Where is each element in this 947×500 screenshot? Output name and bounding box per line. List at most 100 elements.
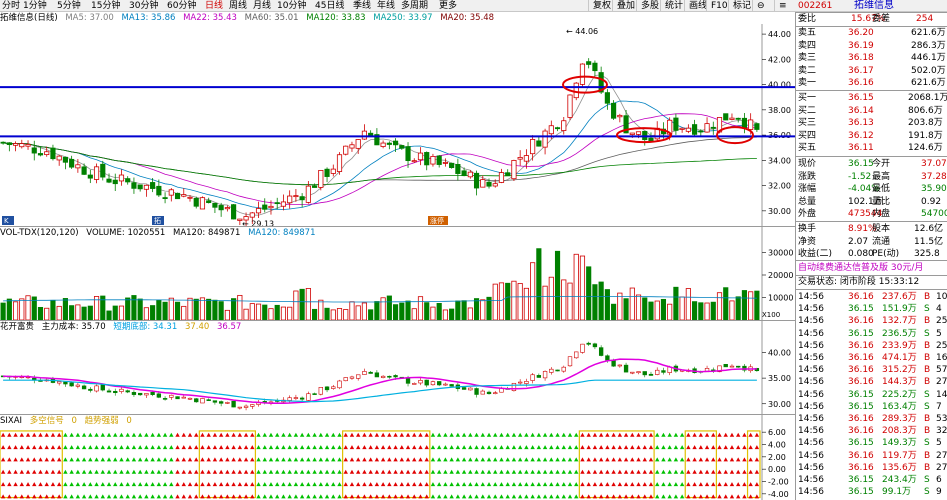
signal-arrow (517, 469, 523, 474)
period-button-1[interactable]: 1分钟 (23, 0, 47, 12)
period-button-5[interactable]: 60分钟 (167, 0, 196, 12)
signal-arrow (225, 494, 230, 499)
signal-arrow (94, 457, 99, 462)
signal-arrow (636, 445, 641, 450)
volume-bar (368, 309, 374, 321)
period-button-8[interactable]: 月线 (253, 0, 271, 12)
signal-arrow (449, 445, 454, 450)
candle-body (349, 144, 355, 149)
candle-body (586, 61, 592, 65)
signal-arrow (717, 445, 722, 450)
period-button-4[interactable]: 30分钟 (129, 0, 158, 12)
tick-price-13: 36.16 (848, 450, 874, 461)
signal-arrow (748, 432, 753, 437)
signal-arrow (711, 482, 716, 487)
signal-arrow (555, 432, 560, 437)
candle-body (523, 155, 529, 162)
tool-button-8[interactable]: ≡ (774, 0, 791, 12)
stock-name[interactable]: 拓维信息 (854, 0, 894, 12)
tick-price-9: 36.15 (848, 401, 874, 412)
signal-arrow (75, 494, 81, 499)
period-button-11[interactable]: 季线 (353, 0, 371, 12)
signal-arrow (225, 482, 230, 487)
volume-bar (187, 297, 193, 321)
signal-arrow (206, 494, 211, 499)
signal-arrow (94, 469, 99, 474)
signal-arrow (598, 469, 604, 474)
signal-arrow (162, 432, 168, 437)
signal-arrow (231, 469, 236, 474)
tool-button-2[interactable]: 多股 (636, 0, 663, 12)
signal-arrow (735, 457, 741, 462)
period-button-2[interactable]: 5分钟 (57, 0, 81, 12)
period-button-6[interactable]: 日线 (205, 0, 223, 12)
signal-arrow (692, 457, 697, 462)
promo-link[interactable]: 自动续费通达信普及版 30元/月 (798, 262, 923, 274)
signal-arrow (387, 445, 392, 450)
cost-candle-body (162, 398, 168, 400)
signal-arrow (362, 457, 367, 462)
chart-area[interactable]: 44.0042.0040.0038.0036.0034.0032.0030.00… (0, 24, 795, 500)
period-button-7[interactable]: 周线 (229, 0, 247, 12)
tick-side-0: B (924, 292, 931, 302)
period-button-13[interactable]: 多周期 (401, 0, 428, 12)
candle-body (262, 204, 268, 210)
signal-arrow (262, 457, 267, 462)
tick-vol-7: 144.3万 (882, 377, 917, 388)
period-button-12[interactable]: 年线 (377, 0, 395, 12)
tick-price-16: 36.15 (848, 487, 874, 498)
trading-app-window: 分时 1分钟 5分钟 15分钟 30分钟 60分钟 日线 周线 月线 10分钟 45日线 季线 年线 多周… (0, 0, 947, 500)
period-button-0[interactable]: 分时 (2, 0, 20, 12)
tick-vol-8: 225.2万 (882, 389, 917, 400)
tool-button-0[interactable]: 复权 (588, 0, 615, 12)
volume-bar (579, 255, 586, 321)
volume-bar (274, 304, 280, 321)
signal-arrow (405, 432, 411, 437)
signal-arrow (181, 432, 186, 437)
signal-arrow (243, 469, 249, 474)
signal-arrow (374, 445, 380, 450)
bid-vol-3: 191.8万 (908, 130, 943, 141)
volume-bar (741, 290, 748, 321)
signal-arrow (299, 482, 305, 487)
signal-arrow (137, 432, 143, 437)
period-button-9[interactable]: 10分钟 (277, 0, 306, 12)
cost-candle-body (299, 397, 305, 400)
tick-vol-6: 315.2万 (882, 365, 917, 376)
candle-body (536, 140, 542, 147)
fund-label2-2: PE(动) (872, 249, 900, 259)
signal-arrow (443, 445, 448, 450)
candle-body (461, 170, 467, 177)
signal-arrow (511, 494, 517, 499)
volume-bar (611, 303, 617, 321)
volume-bar (237, 294, 243, 321)
period-button-14[interactable]: 更多 (439, 0, 457, 12)
signal-arrow (611, 445, 616, 450)
tool-button-3[interactable]: 统计 (660, 0, 687, 12)
tool-button-7[interactable]: ⊖ (752, 0, 769, 12)
signal-arrow (293, 445, 299, 450)
signal-arrow (393, 445, 398, 450)
candle-body (199, 197, 206, 210)
bid-label-4: 买五 (798, 143, 817, 153)
candle-body (75, 164, 81, 169)
signal-arrow (474, 445, 479, 450)
signal-t4: 0 (126, 416, 132, 426)
volume-ma120a: MA120: 849871 (173, 228, 241, 238)
signal-arrow (106, 469, 112, 474)
candle-body (361, 130, 368, 140)
signal-arrow (324, 445, 330, 450)
signal-arrow (44, 469, 49, 474)
signal-arrow (100, 482, 105, 487)
signal-arrow (287, 482, 292, 487)
tool-button-6[interactable]: 标记 (728, 0, 755, 12)
signal-arrow (63, 432, 68, 437)
cost-axis-label-0: 40.00 (768, 349, 791, 358)
period-button-10[interactable]: 45日线 (315, 0, 344, 12)
fund-label2-1: 流通 (872, 236, 891, 247)
period-button-3[interactable]: 15分钟 (91, 0, 120, 12)
signal-arrow (331, 469, 336, 474)
tool-button-1[interactable]: 叠加 (612, 0, 639, 12)
candle-body (212, 202, 218, 208)
signal-arrow (13, 469, 18, 474)
